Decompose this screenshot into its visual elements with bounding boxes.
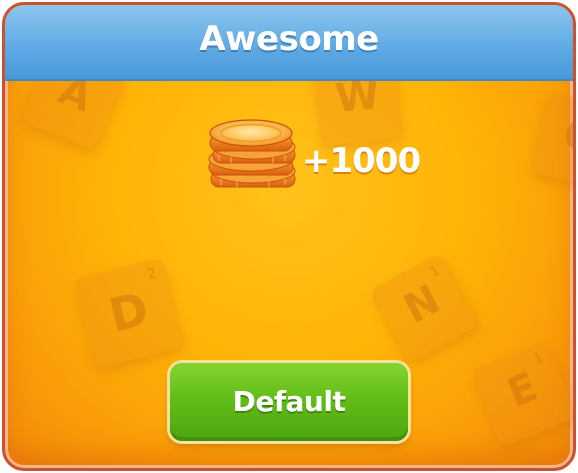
background-tile-d: D 2 xyxy=(73,257,185,369)
tile-letter: D xyxy=(103,281,154,343)
coin-stack-icon xyxy=(208,119,296,188)
default-button[interactable]: Default xyxy=(170,363,408,441)
tile-letter: Q xyxy=(559,111,576,164)
reward-amount: +1000 xyxy=(302,141,421,181)
default-button-label: Default xyxy=(232,385,346,418)
reward-dialog: A W Q D 2 N 1 E 1 Awesome +1000 Default xyxy=(2,2,576,471)
dialog-title: Awesome xyxy=(199,19,379,59)
background-tile-e: E 1 xyxy=(470,340,573,448)
background-tile-q: Q xyxy=(531,92,576,190)
dialog-header: Awesome xyxy=(5,5,573,81)
tile-letter: N xyxy=(396,276,448,333)
tile-letter: E xyxy=(501,363,544,417)
background-tile-n: N 1 xyxy=(368,252,480,364)
